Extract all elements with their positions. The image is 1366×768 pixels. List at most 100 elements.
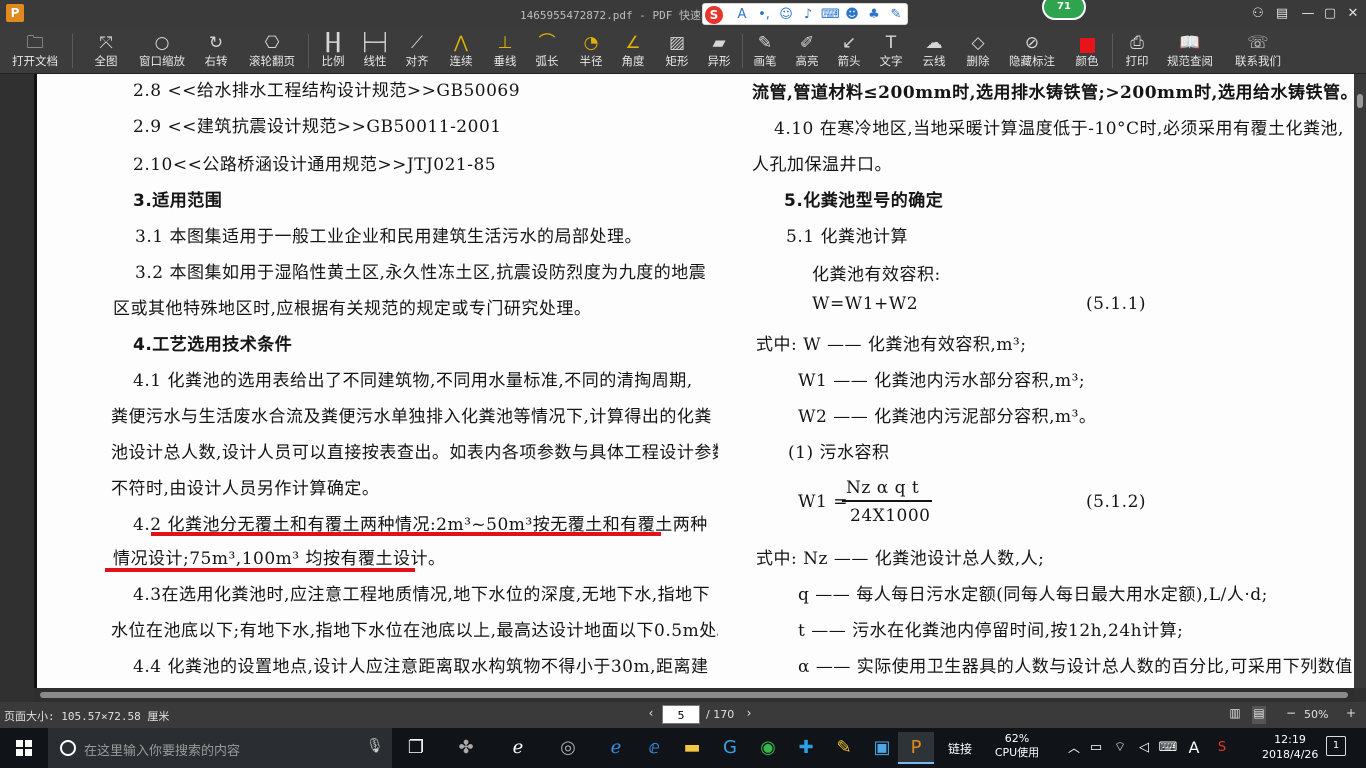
ime-emoji-icon[interactable]: ☺ bbox=[777, 6, 795, 24]
red-underline-annotation[interactable] bbox=[105, 568, 415, 572]
perpendicular-button[interactable]: ⊥ 垂线 bbox=[486, 28, 524, 74]
ie-browser-icon[interactable]: ⅇ bbox=[636, 732, 672, 764]
toolbar-separator bbox=[742, 34, 743, 68]
sogou-ime-icon[interactable]: S bbox=[705, 6, 723, 24]
arc-length-button[interactable]: ⌒ 弧长 bbox=[528, 28, 566, 74]
ime-user-icon[interactable]: ☻ bbox=[843, 6, 861, 24]
horizontal-scrollbar[interactable] bbox=[34, 688, 1354, 702]
close-button[interactable]: ✕ bbox=[1343, 4, 1363, 24]
color-swatch-icon bbox=[1068, 28, 1106, 54]
ime-keyboard-icon[interactable]: ⌨ bbox=[821, 6, 840, 24]
clock[interactable]: 12:19 2018/4/26 bbox=[1262, 732, 1318, 762]
ime-tools-icon[interactable]: ✎ bbox=[887, 6, 905, 24]
text-line: 人孔加保温井口。 bbox=[752, 155, 892, 175]
angle-button[interactable]: ∠ 角度 bbox=[614, 28, 652, 74]
minimize-button[interactable]: — bbox=[1298, 4, 1318, 24]
ime-voice-icon[interactable]: ♪ bbox=[799, 6, 817, 24]
sogou-browser-icon[interactable]: G bbox=[712, 732, 748, 764]
sogou-tray-icon[interactable]: S bbox=[1204, 732, 1240, 764]
ime-text-icon[interactable]: A bbox=[733, 6, 751, 24]
title-bar: P 1465955472872.pdf - PDF 快速看 S A •, ☺ ♪… bbox=[0, 0, 1366, 28]
continuous-measure-button[interactable]: ⋀ 连续 bbox=[442, 28, 480, 74]
spiral-app-icon[interactable]: ◎ bbox=[550, 732, 586, 764]
spec-lookup-button[interactable]: 📖 规范查阅 bbox=[1162, 28, 1218, 74]
aligned-measure-button[interactable]: ⟋ 对齐 bbox=[398, 28, 436, 74]
zoom-in-button[interactable]: + bbox=[1344, 706, 1358, 724]
text-line: 3.1 本图集适用于一般工业企业和民用建筑生活污水的局部处理。 bbox=[135, 227, 642, 247]
file-explorer-icon[interactable]: ▬ bbox=[674, 732, 710, 764]
windows-logo-icon bbox=[16, 740, 32, 756]
pdf-viewer-task-icon[interactable]: P bbox=[898, 732, 934, 764]
wheel-page-button[interactable]: ⎔ 滚轮翻页 bbox=[244, 28, 300, 74]
ime-punct-icon[interactable]: •, bbox=[755, 6, 773, 24]
page-number-input[interactable]: 5 bbox=[662, 705, 700, 724]
start-button[interactable] bbox=[0, 728, 48, 768]
next-page-button[interactable]: › bbox=[742, 706, 756, 724]
notes-app-icon[interactable]: ✎ bbox=[826, 732, 862, 764]
delete-button[interactable]: ◇ 删除 bbox=[958, 28, 998, 74]
highlighter-icon: ✐ bbox=[799, 33, 815, 53]
computer-app-icon[interactable]: ▣ bbox=[864, 732, 900, 764]
rotate-right-button[interactable]: ↻ 右转 bbox=[196, 28, 236, 74]
polygon-area-button[interactable]: ▰ 异形 bbox=[700, 28, 738, 74]
highlighter-button[interactable]: ✐ 高亮 bbox=[788, 28, 826, 74]
color-button[interactable]: 颜色 bbox=[1068, 28, 1106, 74]
text-line: 不符时,由设计人员另作计算确定。 bbox=[111, 479, 380, 499]
fit-page-button[interactable]: ⤧ 全图 bbox=[86, 28, 126, 74]
linear-measure-button[interactable]: ├─┤ 线性 bbox=[356, 28, 394, 74]
microphone-icon[interactable]: 🎙 bbox=[366, 738, 384, 754]
text-button[interactable]: T 文字 bbox=[872, 28, 910, 74]
360-browser-icon[interactable]: ◉ bbox=[750, 732, 786, 764]
document-view[interactable]: 2.8 <<给水排水工程结构设计规范>>GB50069 2.9 <<建筑抗震设计… bbox=[0, 74, 1366, 702]
window-zoom-button[interactable]: ○ 窗口缩放 bbox=[134, 28, 190, 74]
fit-page-icon: ⤧ bbox=[99, 33, 113, 53]
section-heading: 4.工艺选用技术条件 bbox=[133, 335, 293, 355]
prev-page-button[interactable]: ‹ bbox=[644, 706, 658, 724]
windows-taskbar: 在这里输入你要搜索的内容 🎙 ❐ ✤ ℯ ◎ ℯ ⅇ ▬ G ◉ ✚ ✎ ▣ P… bbox=[0, 728, 1366, 768]
print-button[interactable]: ⎙ 打印 bbox=[1118, 28, 1156, 74]
zoom-level[interactable]: 50% bbox=[1304, 708, 1328, 721]
open-document-button[interactable]: 🗀 打开文档 bbox=[6, 28, 64, 74]
scale-button[interactable]: ┠┨ 比例 bbox=[314, 28, 352, 74]
hide-annotations-button[interactable]: ⊘ 隐藏标注 bbox=[1004, 28, 1060, 74]
equation-number: (5.1.1) bbox=[1086, 294, 1147, 314]
text-line: 池设计总人数,设计人员可以直接按表查出。如表内各项参数与具体工程设计参数 bbox=[111, 443, 718, 463]
arrow-button[interactable]: ↙ 箭头 bbox=[830, 28, 868, 74]
arrow-icon: ↙ bbox=[841, 33, 857, 53]
network-app-icon[interactable]: ✚ bbox=[788, 732, 824, 764]
radius-button[interactable]: ◔ 半径 bbox=[572, 28, 610, 74]
vertical-scrollbar[interactable] bbox=[1354, 74, 1366, 688]
cloud-button[interactable]: ☁ 云线 bbox=[914, 28, 954, 74]
maximize-button[interactable]: ▢ bbox=[1320, 4, 1340, 24]
edge-browser-icon[interactable]: ℯ bbox=[598, 732, 634, 764]
speed-badge[interactable]: 71 bbox=[1042, 0, 1086, 20]
single-page-view-icon[interactable]: ▥ bbox=[1228, 706, 1242, 724]
search-placeholder: 在这里输入你要搜索的内容 bbox=[84, 744, 241, 759]
notification-center-icon[interactable]: 1 bbox=[1326, 736, 1346, 756]
edge-legacy-icon[interactable]: ℯ bbox=[500, 732, 536, 764]
text-line: 式中: W —— 化粪池有效容积,m³; bbox=[756, 335, 1027, 355]
horizontal-scroll-thumb[interactable] bbox=[40, 692, 1348, 698]
rectangle-area-button[interactable]: ▨ 矩形 bbox=[658, 28, 696, 74]
text-line: α —— 实际使用卫生器具的人数与设计总人数的百分比,可采用下列数值: bbox=[798, 657, 1354, 677]
zoom-out-button[interactable]: − bbox=[1284, 706, 1298, 724]
fan-app-icon[interactable]: ✤ bbox=[448, 732, 484, 764]
text-line: W2 —— 化粪池内污泥部分容积,m³。 bbox=[798, 407, 1097, 427]
vertical-scroll-thumb[interactable] bbox=[1357, 94, 1363, 108]
pen-button[interactable]: ✎ 画笔 bbox=[746, 28, 784, 74]
text-line: 4.1 化粪池的选用表给出了不同建筑物,不同用水量标准,不同的清掏周期, bbox=[133, 371, 693, 391]
taskbar-search-box[interactable]: 在这里输入你要搜索的内容 🎙 bbox=[48, 728, 392, 768]
task-view-icon[interactable]: ❐ bbox=[398, 732, 434, 764]
continuous-view-icon[interactable]: ▤ bbox=[1252, 706, 1266, 724]
user-icon[interactable]: ⚇ bbox=[1248, 4, 1268, 24]
pdf-page-right: 流管,管道材料≤200mm时,选用排水铸铁管;>200mm时,选用给水铸铁管。 … bbox=[722, 74, 1354, 688]
ime-toolbar[interactable]: S A •, ☺ ♪ ⌨ ☻ ♣ ✎ bbox=[702, 3, 908, 25]
aligned-measure-icon: ⟋ bbox=[411, 33, 423, 53]
skin-icon[interactable]: ▤ bbox=[1272, 4, 1292, 24]
ime-skin-icon[interactable]: ♣ bbox=[865, 6, 883, 24]
page-size-label: 页面大小: 105.57×72.58 厘米 bbox=[4, 710, 170, 723]
red-underline-annotation[interactable] bbox=[151, 532, 661, 536]
toolbar-separator bbox=[1112, 34, 1113, 68]
contact-us-button[interactable]: ☏ 联系我们 bbox=[1230, 28, 1286, 74]
tray-link-label[interactable]: 链接 bbox=[948, 740, 972, 757]
